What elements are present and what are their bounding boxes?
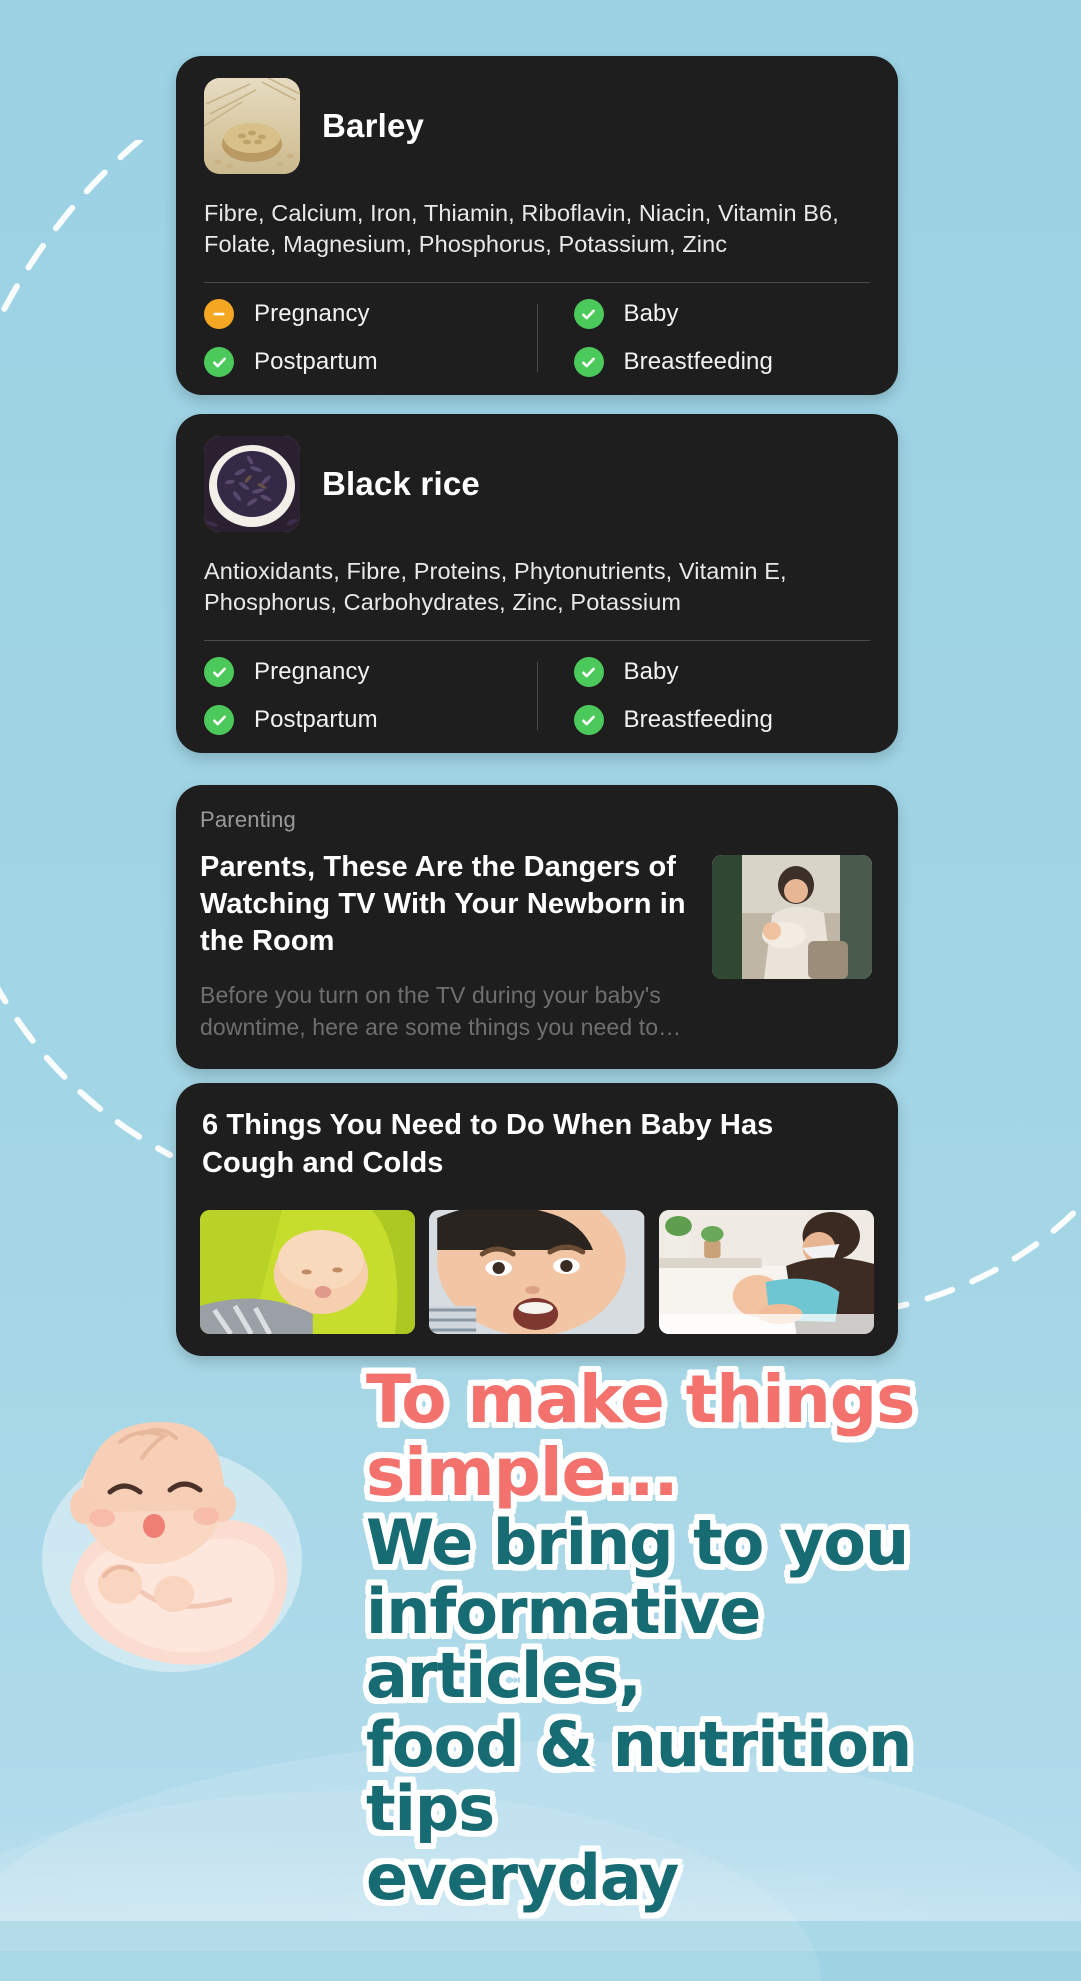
black-rice-bowl-photo [204,436,300,532]
status-item-postpartum: Postpartum [204,347,537,378]
barley-bowl-photo [204,78,300,174]
sleeping-baby-on-green-blanket-photo[interactable] [200,1210,416,1335]
food-card-header: Barley [204,78,870,174]
check-icon [204,347,234,378]
status-item-baby: Baby [538,657,871,688]
food-card[interactable]: Barley Fibre, Calcium, Iron, Thiamin, Ri… [176,56,898,396]
status-label: Pregnancy [254,300,370,328]
promo-line-3: We bring to you [366,1506,909,1580]
check-icon [573,299,604,330]
crying-baby-closeup-photo[interactable] [429,1210,645,1335]
mother-and-baby-on-sofa-photo [712,855,872,979]
status-label: Pregnancy [254,658,370,686]
promo-line-4: informative articles, [366,1574,761,1713]
article-card[interactable]: Parenting Parents, These Are the Dangers… [176,785,898,1069]
food-status-grid: Pregnancy Baby Postpartum Breastfeeding [204,299,871,378]
food-nutrients-list: Antioxidants, Fibre, Proteins, Phytonutr… [204,558,787,616]
promo-line-5: food & nutrition tips [366,1707,912,1846]
check-icon [573,657,604,688]
article-body: Parents, These Are the Dangers of Watchi… [200,849,872,1043]
food-name: Black rice [322,465,480,502]
content-layer: Barley Fibre, Calcium, Iron, Thiamin, Ri… [0,0,1081,1921]
check-icon [204,657,234,688]
swaddled-sleeping-baby-illustration [24,1380,324,1680]
promo-line-1: To make things [366,1361,915,1438]
status-item-breastfeeding: Breastfeeding [538,347,871,378]
check-icon [573,347,604,378]
check-icon [573,705,604,736]
article-title: Parents, These Are the Dangers of Watchi… [200,851,686,958]
article-category: Parenting [200,807,296,832]
status-item-pregnancy: Pregnancy [204,299,537,330]
promo-line-6: everyday [366,1840,679,1914]
status-label: Postpartum [254,348,378,376]
status-label: Baby [623,658,679,686]
food-nutrients-list: Fibre, Calcium, Iron, Thiamin, Riboflavi… [204,200,839,258]
status-item-pregnancy: Pregnancy [204,657,537,688]
minus-icon [204,299,234,330]
gallery-card[interactable]: 6 Things You Need to Do When Baby Has Co… [176,1083,898,1357]
food-card[interactable]: Black rice Antioxidants, Fibre, Proteins… [176,414,898,754]
food-name: Barley [322,107,425,144]
status-label: Baby [623,300,679,328]
status-item-baby: Baby [538,299,871,330]
article-text-block: Parents, These Are the Dangers of Watchi… [200,849,694,1043]
gallery-image-row [200,1210,874,1335]
gallery-title: 6 Things You Need to Do When Baby Has Co… [202,1109,774,1179]
status-label: Breastfeeding [623,348,773,376]
article-description: Before you turn on the TV during your ba… [200,982,682,1040]
status-item-breastfeeding: Breastfeeding [538,705,871,736]
food-status-grid: Pregnancy Baby Postpartum Breastfeeding [204,657,871,736]
card-divider [204,640,870,642]
check-icon [204,705,234,736]
mother-caring-for-baby-photo[interactable] [658,1210,874,1335]
status-label: Postpartum [254,706,378,734]
status-item-postpartum: Postpartum [204,705,537,736]
promo-line-2: simple... [366,1433,679,1511]
food-card-header: Black rice [204,436,870,532]
promo-text-block: To make things simple... We bring to you… [366,1361,1026,1914]
card-divider [204,282,870,284]
status-label: Breastfeeding [623,706,773,734]
